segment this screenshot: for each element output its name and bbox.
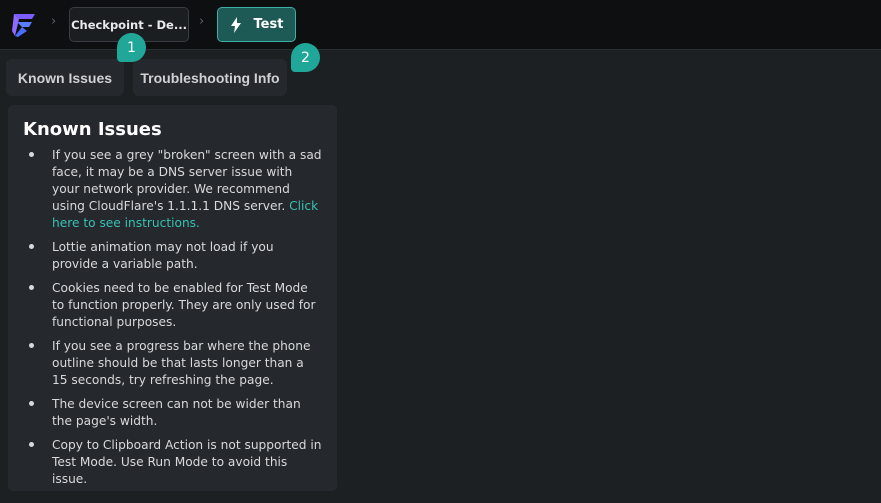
step-badge-2: 2 (291, 43, 320, 72)
list-item: If you see a progress bar where the phon… (23, 338, 323, 389)
issues-list: If you see a grey "broken" screen with a… (23, 147, 323, 488)
bullet-icon (29, 285, 34, 290)
list-item: If you see a grey "broken" screen with a… (23, 147, 323, 232)
breadcrumb-project-label: Checkpoint - De... (71, 17, 187, 32)
tab-known-issues-label: Known Issues (17, 69, 113, 86)
list-item-text: Lottie animation may not load if you pro… (52, 240, 274, 271)
list-item: Copy to Clipboard Action is not supporte… (23, 437, 323, 488)
chevron-right-icon: › (51, 14, 57, 29)
list-item: Cookies need to be enabled for Test Mode… (23, 280, 323, 331)
app-logo-icon[interactable] (10, 11, 38, 39)
tab-known-issues[interactable]: Known Issues (6, 59, 124, 96)
list-item-text: Copy to Clipboard Action is not supporte… (52, 438, 322, 486)
list-item: Lottie animation may not load if you pro… (23, 239, 323, 273)
breadcrumb-test[interactable]: Test (217, 7, 296, 42)
list-item-text: The device screen can not be wider than … (52, 397, 301, 428)
list-item-text: If you see a grey "broken" screen with a… (52, 148, 322, 213)
known-issues-panel: Known Issues If you see a grey "broken" … (8, 105, 337, 491)
tab-troubleshooting-info-label: Troubleshooting Info (140, 69, 280, 86)
bullet-icon (29, 343, 34, 348)
lightning-icon (230, 16, 241, 33)
bullet-icon (29, 244, 34, 249)
list-item: The device screen can not be wider than … (23, 396, 323, 430)
list-item-text: Cookies need to be enabled for Test Mode… (52, 281, 316, 329)
breadcrumb-test-label: Test (253, 17, 284, 32)
step-badge-1: 1 (117, 33, 146, 62)
panel-title: Known Issues (23, 119, 162, 140)
tab-troubleshooting-info[interactable]: Troubleshooting Info (133, 59, 287, 96)
chevron-right-icon: › (199, 14, 205, 29)
bullet-icon (29, 152, 34, 157)
bullet-icon (29, 442, 34, 447)
list-item-text: If you see a progress bar where the phon… (52, 339, 311, 387)
bullet-icon (29, 401, 34, 406)
